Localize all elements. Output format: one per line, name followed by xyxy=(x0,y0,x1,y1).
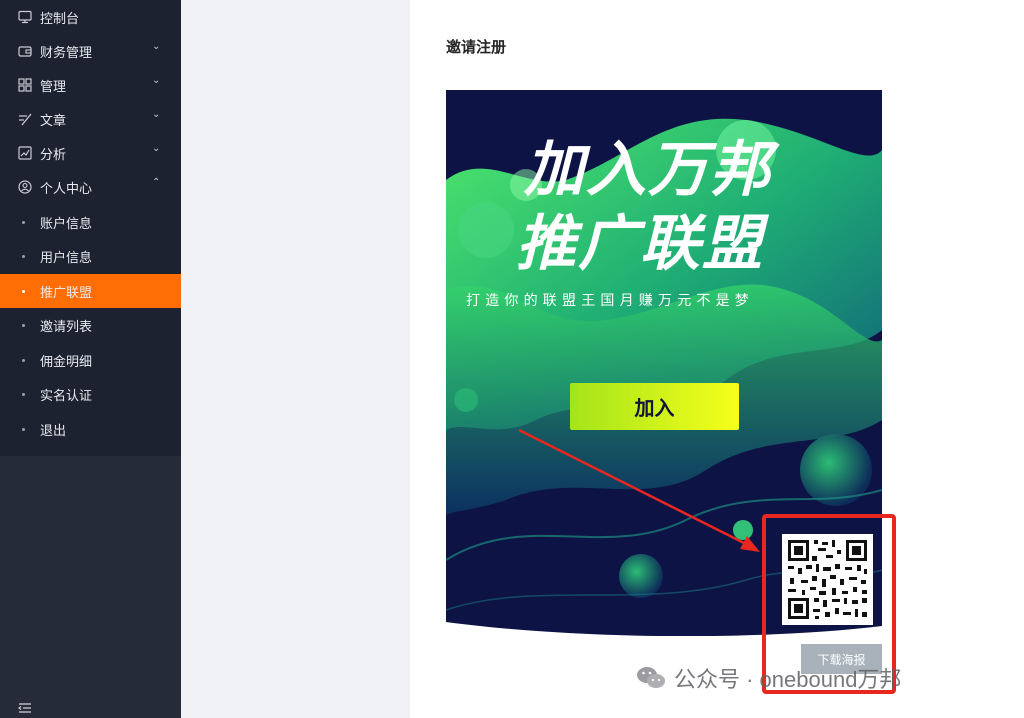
sidebar-subitem-invite-list[interactable]: 邀请列表 xyxy=(0,308,181,342)
sidebar-subitem-verification[interactable]: 实名认证 xyxy=(0,377,181,411)
bullet-icon xyxy=(22,359,25,362)
chevron-down-icon: ⌄ xyxy=(152,75,161,86)
sidebar-item-personal-center[interactable]: 个人中心 ⌃ xyxy=(0,170,181,204)
bullet-icon xyxy=(22,393,25,396)
poster-headline-line2: 推广联盟 xyxy=(516,209,764,279)
page-title: 邀请注册 xyxy=(446,39,507,56)
sidebar-item-finance[interactable]: 财务管理 ⌄ xyxy=(0,34,181,68)
sidebar-item-label: 个人中心 xyxy=(40,180,93,196)
sidebar-subitem-user-info[interactable]: 用户信息 xyxy=(0,239,181,273)
sidebar-subitem-label: 佣金明细 xyxy=(40,353,93,369)
poster-headline-line1: 加入万邦 xyxy=(524,135,772,205)
sidebar-item-manage[interactable]: 管理 ⌄ xyxy=(0,68,181,102)
poster-slogan: 打造你的联盟王国月赚万元不是梦 xyxy=(466,292,754,308)
sidebar-subitem-label: 邀请列表 xyxy=(40,318,93,334)
bullet-icon xyxy=(22,255,25,258)
bullet-icon xyxy=(22,290,25,293)
sidebar-item-label: 文章 xyxy=(40,112,67,128)
sidebar-item-label: 分析 xyxy=(40,146,67,162)
user-circle-icon xyxy=(18,180,32,194)
chevron-down-icon: ⌄ xyxy=(152,41,161,52)
sidebar-subitem-label: 用户信息 xyxy=(40,249,93,265)
chevron-down-icon: ⌄ xyxy=(152,143,161,154)
watermark: 公众号 · onebound万邦 xyxy=(636,662,901,694)
sidebar-item-label: 财务管理 xyxy=(40,44,93,60)
bullet-icon xyxy=(22,428,25,431)
poster-join-button[interactable]: 加入 xyxy=(570,383,739,430)
sidebar-subitem-logout[interactable]: 退出 xyxy=(0,412,181,446)
bullet-icon xyxy=(22,324,25,327)
sidebar-subitem-label: 账户信息 xyxy=(40,215,93,231)
monitor-icon xyxy=(18,10,32,24)
sidebar-subitem-affiliate[interactable]: 推广联盟 xyxy=(0,274,181,308)
collapse-menu-icon[interactable] xyxy=(18,702,32,714)
watermark-text: 公众号 · onebound万邦 xyxy=(674,667,902,692)
sidebar: 控制台 财务管理 ⌄ 管理 ⌄ 文章 ⌄ 分析 ⌄ 个人中心 ⌃ 账户信息 用户… xyxy=(0,0,181,718)
sidebar-subitem-commission[interactable]: 佣金明细 xyxy=(0,343,181,377)
sidebar-item-article[interactable]: 文章 ⌄ xyxy=(0,102,181,136)
main-panel: 邀请注册 加入万邦 推广联盟 打造你的联盟王国月赚万元不是梦 加入 下载海报 xyxy=(410,0,1024,718)
grid-icon xyxy=(18,78,32,92)
sidebar-item-label: 管理 xyxy=(40,78,67,94)
chevron-down-icon: ⌄ xyxy=(152,109,161,120)
edit-icon xyxy=(19,113,32,126)
content-gap xyxy=(181,0,410,718)
chart-icon xyxy=(18,146,32,160)
sidebar-subitem-label: 退出 xyxy=(40,422,67,438)
sidebar-subitem-label: 实名认证 xyxy=(40,387,93,403)
sidebar-subitem-account-info[interactable]: 账户信息 xyxy=(0,205,181,239)
sidebar-menu: 控制台 财务管理 ⌄ 管理 ⌄ 文章 ⌄ 分析 ⌄ 个人中心 ⌃ 账户信息 用户… xyxy=(0,0,181,456)
sidebar-subitem-label: 推广联盟 xyxy=(40,284,93,300)
chevron-up-icon: ⌃ xyxy=(152,177,161,188)
sidebar-item-dashboard[interactable]: 控制台 xyxy=(0,0,181,34)
bullet-icon xyxy=(22,221,25,224)
sidebar-item-label: 控制台 xyxy=(40,10,80,26)
sidebar-item-analysis[interactable]: 分析 ⌄ xyxy=(0,136,181,170)
wechat-icon xyxy=(637,667,665,688)
wallet-icon xyxy=(18,46,32,57)
